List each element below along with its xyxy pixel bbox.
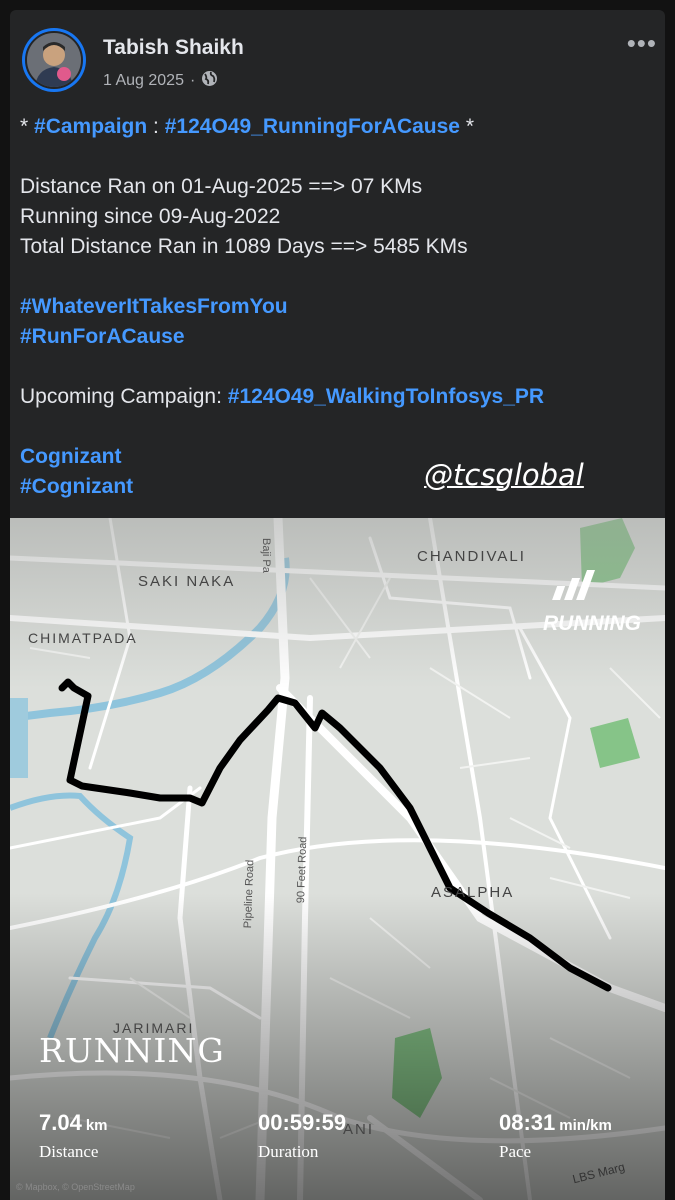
upcoming-line: Upcoming Campaign: #124O49_WalkingToInfo…	[20, 382, 640, 412]
running-brand-label: RUNNING	[543, 612, 641, 635]
hashtag-run-for-a-cause[interactable]: #RunForACause	[20, 325, 185, 348]
route-map-image[interactable]: CHANDIVALI SAKI NAKA CHIMATPADA ASALPHA …	[10, 518, 665, 1200]
post-card: Tabish Shaikh 1 Aug 2025 · ••• * #Campai…	[10, 10, 665, 1200]
distance-value: 7.04 km	[39, 1110, 108, 1136]
road-label-90-feet: 90 Feet Road	[295, 836, 310, 904]
road-label-baji-pasalkar: Baji Pa	[260, 538, 272, 573]
hashtag-whatever-it-takes[interactable]: #WhateverItTakesFromYou	[20, 295, 288, 318]
meta-separator: ·	[189, 72, 196, 89]
map-label-chandivali: CHANDIVALI	[417, 548, 526, 565]
mention-cognizant[interactable]: Cognizant	[20, 445, 121, 468]
activity-title: RUNNING	[39, 1031, 225, 1070]
distance-number: 7.04	[39, 1110, 82, 1135]
avatar-photo	[25, 31, 83, 89]
post-text: * #Campaign : #124O49_RunningForACause *…	[20, 112, 640, 502]
duration-label: Duration	[258, 1142, 319, 1161]
map-label-saki-naka: SAKI NAKA	[138, 573, 236, 590]
hashtag-walking-to-infosys[interactable]: #124O49_WalkingToInfosys_PR	[228, 385, 544, 408]
map-label-asalpha: ASALPHA	[431, 884, 515, 901]
globe-icon	[201, 70, 218, 92]
text-suffix: *	[460, 115, 475, 138]
map-label-chimatpada: CHIMATPADA	[28, 630, 138, 646]
map-label-partial: ANI	[343, 1121, 375, 1138]
text-prefix: *	[20, 115, 35, 138]
hashtag-campaign[interactable]: #Campaign	[34, 115, 147, 138]
pace-value: 08:31 min/km	[499, 1110, 612, 1136]
distance-line: Distance Ran on 01-Aug-2025 ==> 07 KMs	[20, 175, 423, 198]
total-distance-line: Total Distance Ran in 1089 Days ==> 5485…	[20, 235, 468, 258]
pace-number: 08:31	[499, 1110, 556, 1135]
pace-unit: min/km	[559, 1117, 612, 1134]
hashtag-line-1: #WhateverItTakesFromYou	[20, 292, 640, 322]
post-date[interactable]: 1 Aug 2025	[103, 72, 184, 90]
post-meta: 1 Aug 2025 ·	[103, 70, 218, 92]
author-avatar[interactable]	[22, 28, 86, 92]
hashtag-cognizant[interactable]: #Cognizant	[20, 475, 133, 498]
screen: Tabish Shaikh 1 Aug 2025 · ••• * #Campai…	[0, 0, 675, 1200]
road-label-pipeline: Pipeline Road	[242, 859, 257, 929]
hashtag-line-2: #RunForACause	[20, 322, 640, 352]
running-since-line: Running since 09-Aug-2022	[20, 205, 281, 228]
campaign-line: * #Campaign : #124O49_RunningForACause *	[20, 112, 640, 142]
duration-number: 00:59:59	[258, 1110, 347, 1135]
distance-unit: km	[85, 1117, 108, 1134]
duration-value: 00:59:59	[258, 1110, 346, 1136]
upcoming-label: Upcoming Campaign:	[20, 385, 228, 408]
more-options-button[interactable]: •••	[627, 28, 657, 59]
distance-label: Distance	[39, 1142, 99, 1161]
watermark-handle: @tcsglobal	[424, 458, 584, 492]
text-colon: :	[147, 115, 165, 138]
map-attribution[interactable]: © Mapbox, © OpenStreetMap	[16, 1182, 135, 1192]
hashtag-running-for-a-cause[interactable]: #124O49_RunningForACause	[165, 115, 460, 138]
pace-label: Pace	[499, 1142, 532, 1161]
author-name[interactable]: Tabish Shaikh	[103, 36, 244, 60]
